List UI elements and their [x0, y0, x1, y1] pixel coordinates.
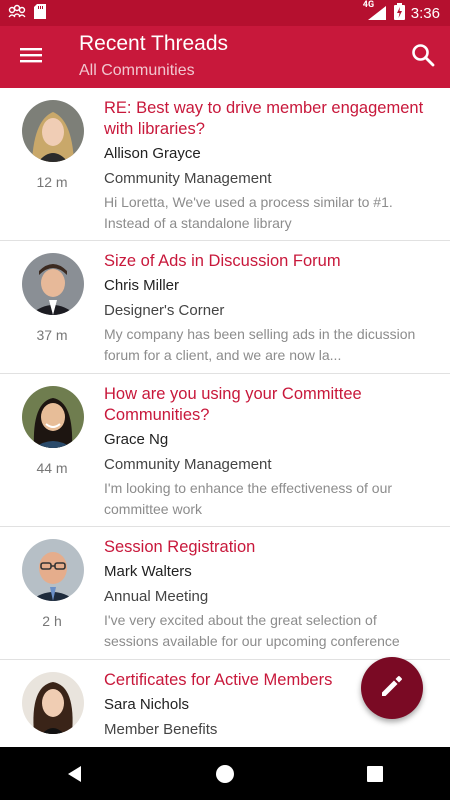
- thread-community: Annual Meeting: [104, 588, 209, 605]
- thread-time: 44 m: [36, 460, 68, 476]
- avatar: [22, 672, 84, 734]
- thread-community: Member Benefits: [104, 721, 218, 738]
- signal-icon: 4G: [363, 0, 388, 21]
- thread-author: Allison Grayce: [104, 145, 201, 162]
- avatar: [22, 100, 84, 162]
- thread-title[interactable]: RE: Best way to drive member engagement …: [104, 98, 426, 140]
- battery-charging-icon: [393, 2, 405, 24]
- back-icon[interactable]: [55, 754, 95, 794]
- thread-community: Community Management: [104, 456, 272, 473]
- system-navigation-bar: [0, 747, 450, 800]
- new-thread-button[interactable]: [361, 657, 423, 719]
- page-title: Recent Threads: [79, 32, 229, 55]
- thread-title[interactable]: How are you using your Committee Communi…: [104, 384, 426, 426]
- search-icon[interactable]: [410, 42, 438, 70]
- thread-preview: My company has been selling ads in the d…: [104, 326, 416, 363]
- community-notification-icon: [8, 4, 26, 22]
- thread-author: Grace Ng: [104, 431, 169, 448]
- community-filter-subtitle[interactable]: All Communities: [79, 62, 195, 80]
- avatar: [22, 386, 84, 448]
- avatar: [22, 539, 84, 601]
- recents-icon[interactable]: [355, 754, 395, 794]
- thread-title[interactable]: Session Registration: [104, 537, 426, 558]
- thread-item[interactable]: 37 m Size of Ads in Discussion Forum Chr…: [0, 241, 450, 374]
- hamburger-menu-icon[interactable]: [18, 42, 46, 70]
- thread-item[interactable]: 12 m RE: Best way to drive member engage…: [0, 88, 450, 241]
- thread-time: 12 m: [36, 174, 68, 190]
- thread-time: 37 m: [36, 327, 68, 343]
- thread-preview: I'm looking to enhance the effectiveness…: [104, 480, 393, 517]
- thread-item[interactable]: 44 m How are you using your Committee Co…: [0, 374, 450, 527]
- network-type-label: 4G: [362, 0, 375, 10]
- thread-author: Mark Walters: [104, 563, 192, 580]
- app-bar: Recent Threads All Communities: [0, 26, 450, 88]
- thread-title[interactable]: Size of Ads in Discussion Forum: [104, 251, 426, 272]
- avatar: [22, 253, 84, 315]
- thread-list: 12 m RE: Best way to drive member engage…: [0, 88, 450, 747]
- sd-card-icon: [34, 3, 46, 23]
- thread-community: Community Management: [104, 170, 272, 187]
- thread-time: 2 h: [42, 613, 62, 629]
- thread-preview: I've very excited about the great select…: [104, 612, 400, 649]
- status-bar: 4G 3:36: [0, 0, 450, 26]
- pencil-icon: [379, 673, 405, 703]
- thread-item[interactable]: 2 h Session Registration Mark Walters An…: [0, 527, 450, 660]
- thread-community: Designer's Corner: [104, 302, 225, 319]
- status-time: 3:36: [410, 4, 440, 22]
- home-icon[interactable]: [205, 754, 245, 794]
- thread-author: Chris Miller: [104, 277, 179, 294]
- thread-preview: Hi Loretta, We've used a process similar…: [104, 194, 393, 231]
